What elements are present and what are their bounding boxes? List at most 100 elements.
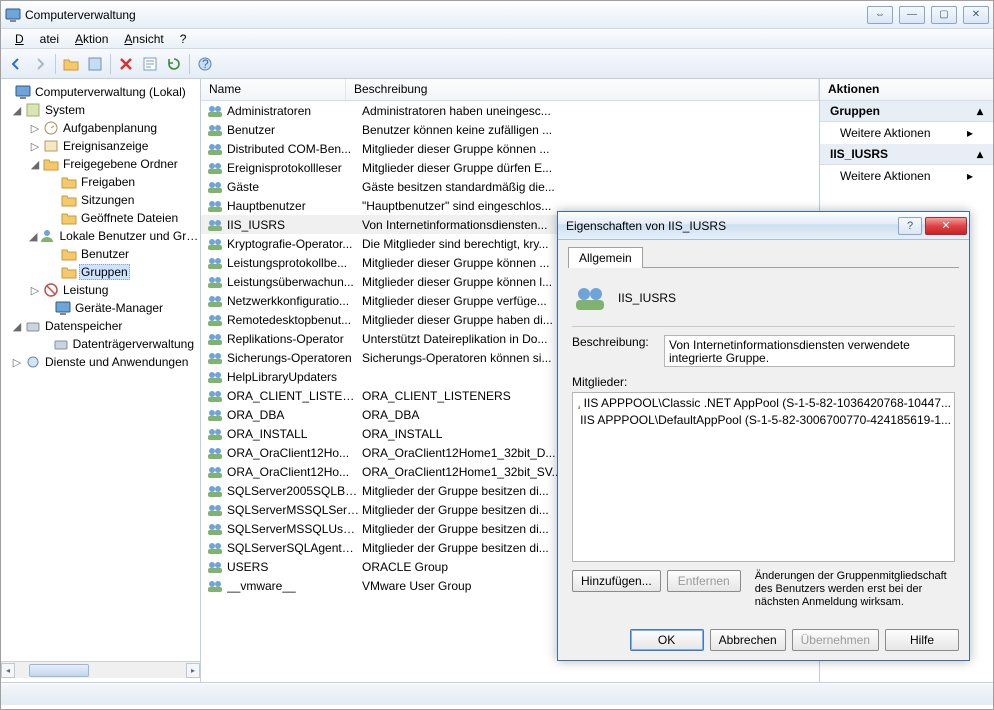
- tree-performance[interactable]: Leistung: [61, 282, 110, 298]
- refresh-button[interactable]: [163, 53, 185, 75]
- statusbar: [1, 683, 993, 705]
- group-icon: [207, 198, 223, 214]
- collapse-icon: ▴: [977, 147, 983, 161]
- ok-button[interactable]: OK: [630, 629, 704, 651]
- up-button[interactable]: [60, 53, 82, 75]
- app-icon: [5, 7, 21, 23]
- tab-allgemein[interactable]: Allgemein: [568, 247, 643, 268]
- chevron-right-icon: ▸: [967, 126, 973, 140]
- group-icon: [207, 141, 223, 157]
- row-name: Remotedesktopbenut...: [227, 313, 360, 327]
- group-icon: [207, 464, 223, 480]
- remove-button: Entfernen: [667, 570, 741, 592]
- tree-taskscheduler[interactable]: Aufgabenplanung: [61, 120, 159, 136]
- dialog-title: Eigenschaften von IIS_IUSRS: [566, 219, 898, 233]
- properties-button[interactable]: [84, 53, 106, 75]
- tree-openfiles[interactable]: Geöffnete Dateien: [79, 210, 180, 226]
- desc-field[interactable]: Von Internetinformationsdiensten verwend…: [664, 335, 955, 367]
- row-name: ORA_CLIENT_LISTENE...: [227, 389, 360, 403]
- export-button[interactable]: [139, 53, 161, 75]
- member-row[interactable]: IIS APPPOOL\Classic .NET AppPool (S-1-5-…: [574, 394, 953, 411]
- list-row[interactable]: Distributed COM-Ben...Mitglieder dieser …: [201, 139, 819, 158]
- tree-diskmgmt[interactable]: Datenträgerverwaltung: [71, 336, 196, 352]
- row-name: IIS_IUSRS: [227, 218, 360, 232]
- group-icon: [207, 160, 223, 176]
- navigation-tree[interactable]: Computerverwaltung (Lokal) ◢System ▷Aufg…: [1, 79, 201, 682]
- members-list[interactable]: IIS APPPOOL\Classic .NET AppPool (S-1-5-…: [572, 392, 955, 562]
- tree-sharedfolders[interactable]: Freigegebene Ordner: [61, 156, 180, 172]
- row-desc: Benutzer können keine zufälligen ...: [360, 123, 819, 137]
- properties-dialog: Eigenschaften von IIS_IUSRS ? ✕ Allgemei…: [557, 211, 970, 661]
- row-name: Hauptbenutzer: [227, 199, 360, 213]
- group-icon: [207, 293, 223, 309]
- member-name: IIS APPPOOL\Classic .NET AppPool (S-1-5-…: [584, 396, 951, 410]
- back-button[interactable]: [5, 53, 27, 75]
- row-desc: Administratoren haben uneingesc...: [360, 104, 819, 118]
- tree-localusers[interactable]: Lokale Benutzer und Gr…: [57, 228, 200, 244]
- tree-groups[interactable]: Gruppen: [79, 264, 130, 280]
- tree-shares[interactable]: Freigaben: [79, 174, 137, 190]
- group-icon: [207, 350, 223, 366]
- group-icon: [207, 179, 223, 195]
- row-name: ORA_OraClient12Ho...: [227, 465, 360, 479]
- tree-storage[interactable]: Datenspeicher: [43, 318, 124, 334]
- group-icon: [207, 274, 223, 290]
- dialog-titlebar[interactable]: Eigenschaften von IIS_IUSRS ? ✕: [558, 212, 969, 240]
- row-name: Kryptografie-Operator...: [227, 237, 360, 251]
- member-row[interactable]: IIS APPPOOL\DefaultAppPool (S-1-5-82-300…: [574, 411, 953, 428]
- column-desc[interactable]: Beschreibung: [346, 79, 819, 100]
- close-button[interactable]: ✕: [963, 6, 989, 24]
- menu-view[interactable]: Ansicht: [116, 30, 171, 48]
- tree-services[interactable]: Dienste und Anwendungen: [43, 354, 190, 370]
- row-name: Ereignisprotokollleser: [227, 161, 360, 175]
- actions-more-2[interactable]: Weitere Aktionen▸: [820, 165, 993, 187]
- list-row[interactable]: EreignisprotokollleserMitglieder dieser …: [201, 158, 819, 177]
- list-row[interactable]: AdministratorenAdministratoren haben une…: [201, 101, 819, 120]
- row-name: SQLServerSQLAgentU...: [227, 541, 360, 555]
- tree-devmgr[interactable]: Geräte-Manager: [73, 300, 165, 316]
- tree-scrollbar[interactable]: ◂▸: [1, 661, 200, 678]
- dialog-close-button[interactable]: ✕: [925, 217, 967, 235]
- group-icon: [207, 255, 223, 271]
- menu-help[interactable]: ?: [172, 30, 195, 48]
- list-row[interactable]: BenutzerBenutzer können keine zufälligen…: [201, 120, 819, 139]
- row-name: ORA_OraClient12Ho...: [227, 446, 360, 460]
- help-button[interactable]: ?: [194, 53, 216, 75]
- tree-sessions[interactable]: Sitzungen: [79, 192, 136, 208]
- cancel-button[interactable]: Abbrechen: [710, 629, 786, 651]
- nav-prev-button[interactable]: ⇔: [867, 6, 893, 24]
- group-icon: [207, 217, 223, 233]
- row-desc: Mitglieder dieser Gruppe können ...: [360, 142, 819, 156]
- tree-root[interactable]: Computerverwaltung (Lokal): [33, 84, 188, 100]
- actions-group-iis[interactable]: IIS_IUSRS▴: [820, 144, 993, 165]
- row-name: Leistungsüberwachun...: [227, 275, 360, 289]
- dialog-help-button[interactable]: ?: [898, 217, 922, 235]
- apply-button: Übernehmen: [792, 629, 879, 651]
- dialog-help-button2[interactable]: Hilfe: [885, 629, 959, 651]
- menu-file[interactable]: Datei: [7, 30, 67, 48]
- add-button[interactable]: Hinzufügen...: [572, 570, 661, 592]
- list-row[interactable]: GästeGäste besitzen standardmäßig die...: [201, 177, 819, 196]
- row-name: HelpLibraryUpdaters: [227, 370, 360, 384]
- menubar: Datei Aktion Ansicht ?: [1, 29, 993, 49]
- tree-users[interactable]: Benutzer: [79, 246, 131, 262]
- column-name[interactable]: Name: [201, 79, 346, 100]
- forward-button[interactable]: [29, 53, 51, 75]
- row-name: Gäste: [227, 180, 360, 194]
- row-name: SQLServerMSSQLServ...: [227, 503, 360, 517]
- delete-button[interactable]: [115, 53, 137, 75]
- group-icon: [207, 331, 223, 347]
- tree-eventviewer[interactable]: Ereignisanzeige: [61, 138, 150, 154]
- group-icon: [207, 540, 223, 556]
- tree-system[interactable]: System: [43, 102, 87, 118]
- maximize-button[interactable]: ▢: [931, 6, 957, 24]
- menu-action[interactable]: Aktion: [67, 30, 116, 48]
- expand-icon[interactable]: ◢: [11, 104, 23, 117]
- actions-more-1[interactable]: Weitere Aktionen▸: [820, 122, 993, 144]
- actions-group-gruppen[interactable]: Gruppen▴: [820, 101, 993, 122]
- group-icon: [207, 445, 223, 461]
- window-title: Computerverwaltung: [25, 8, 867, 22]
- minimize-button[interactable]: ―: [899, 6, 925, 24]
- actions-header: Aktionen: [820, 79, 993, 101]
- row-name: SQLServerMSSQLUser...: [227, 522, 360, 536]
